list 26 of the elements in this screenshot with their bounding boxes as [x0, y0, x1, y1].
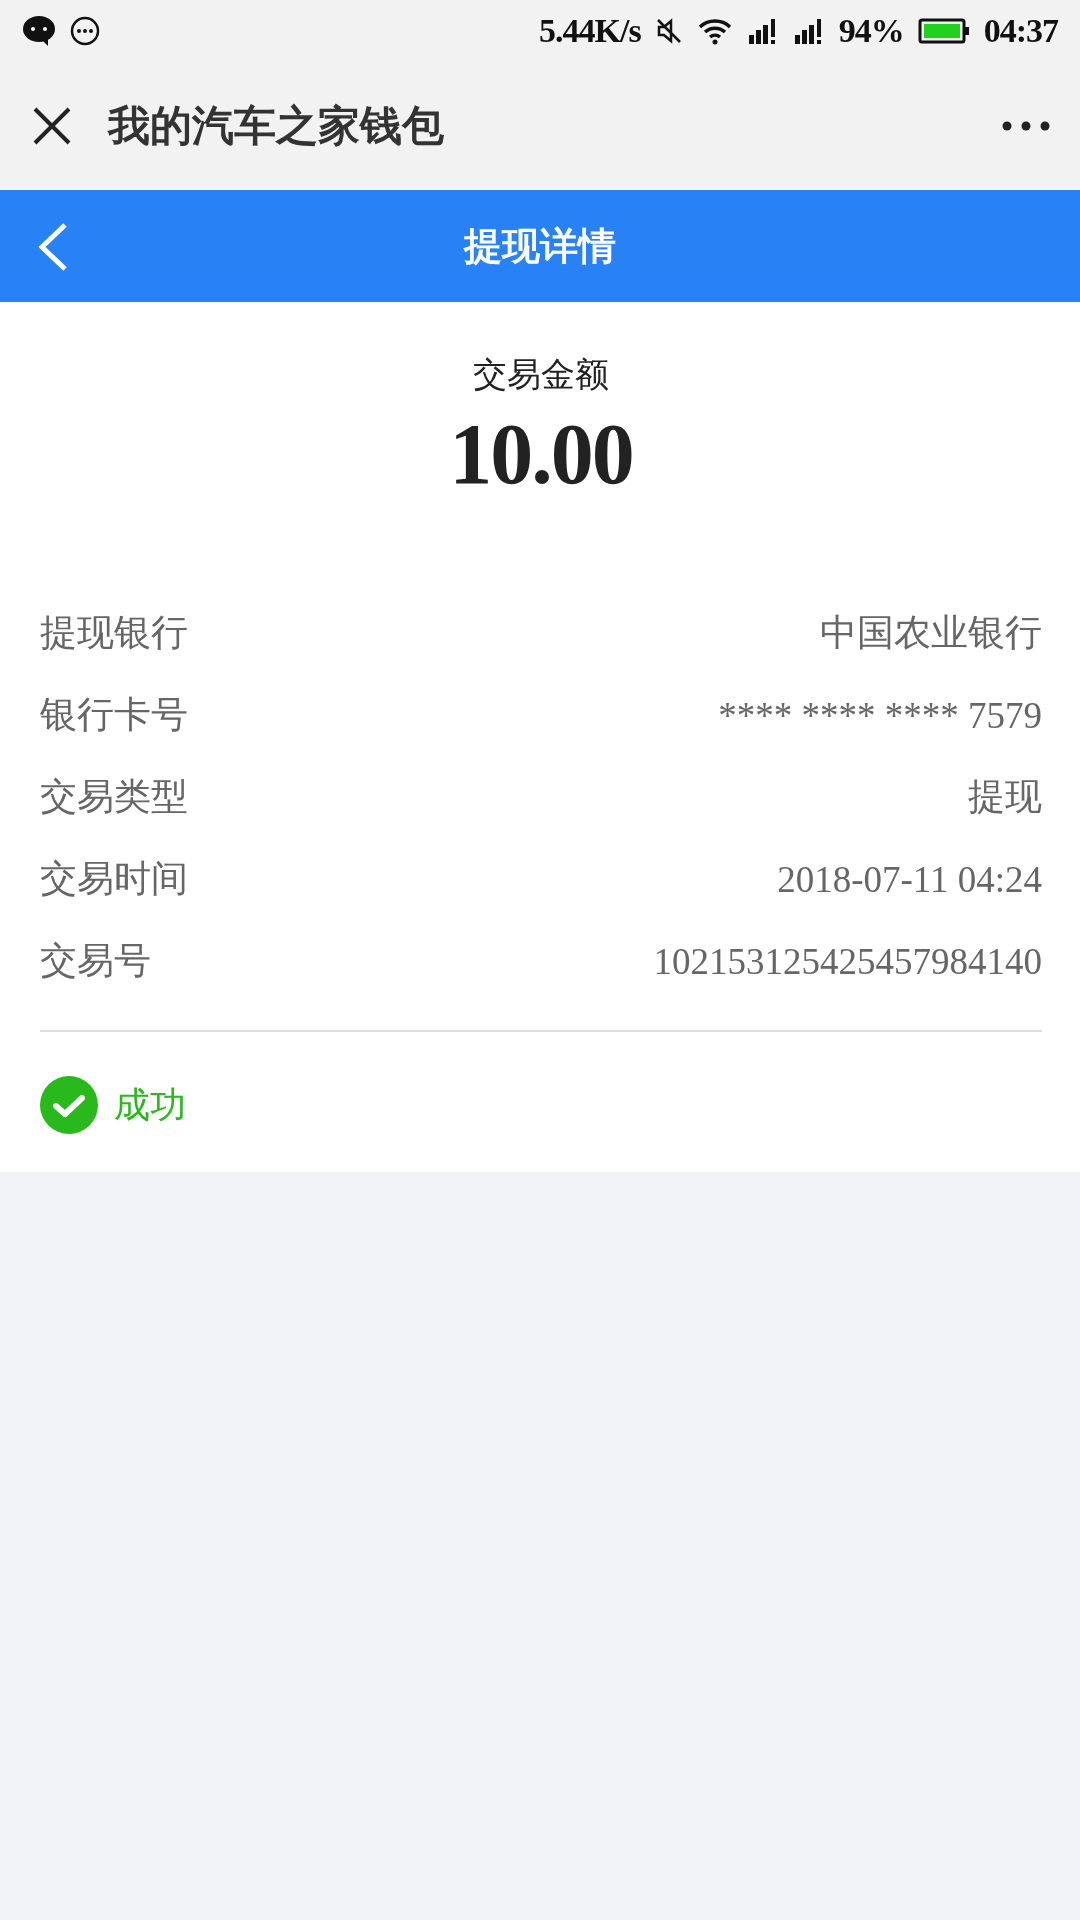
detail-label: 银行卡号 — [40, 692, 188, 738]
page-title: 提现详情 — [464, 222, 616, 270]
detail-value: 2018-07-11 04:24 — [777, 857, 1042, 901]
mute-icon — [654, 17, 683, 45]
more-circle-icon — [70, 16, 100, 46]
wifi-icon — [696, 17, 733, 45]
more-icon[interactable] — [1002, 121, 1050, 131]
status-text: 成功 — [114, 1082, 186, 1127]
detail-value: **** **** **** 7579 — [718, 693, 1042, 737]
clock-time: 04:37 — [983, 12, 1058, 50]
detail-value: 提现 — [968, 775, 1042, 819]
detail-label: 交易号 — [40, 938, 151, 984]
amount-value: 10.00 — [449, 405, 633, 504]
battery-percent: 94% — [838, 12, 904, 50]
battery-icon — [917, 17, 970, 45]
detail-label: 交易时间 — [40, 856, 188, 902]
close-icon[interactable] — [32, 106, 72, 146]
detail-label: 提现银行 — [40, 610, 188, 656]
detail-value: 中国农业银行 — [820, 611, 1042, 655]
amount-label: 交易金额 — [473, 353, 609, 396]
back-icon[interactable] — [38, 222, 68, 272]
chat-bubble-icon — [22, 15, 56, 47]
detail-value: 102153125425457984140 — [653, 939, 1042, 983]
app-title: 我的汽车之家钱包 — [108, 100, 445, 152]
network-speed: 5.44K/s — [539, 12, 641, 50]
detail-label: 交易类型 — [40, 774, 188, 820]
